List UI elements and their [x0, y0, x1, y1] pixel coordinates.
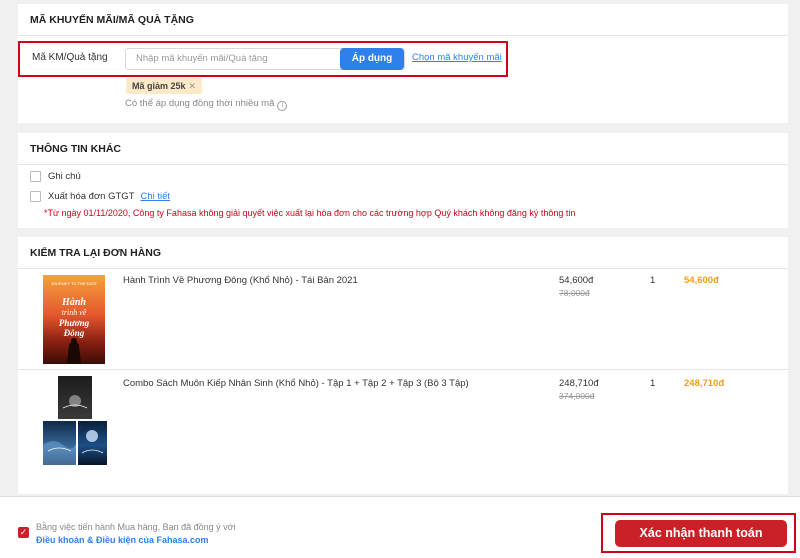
book-cover-art: JOURNEY TO THE EAST Hành trình về Phương… [51, 281, 98, 364]
order-item: JOURNEY TO THE EAST Hành trình về Phương… [18, 267, 788, 370]
coupon-tag-label: Mã giảm 25k [132, 81, 186, 91]
multi-code-note: Có thể áp dụng đồng thời nhiều mã i [125, 98, 288, 111]
note-label: Ghi chú [48, 171, 81, 182]
agree-text: Bằng việc tiến hành Mua hàng, Bạn đã đồn… [36, 522, 236, 532]
item-old-price: 374,000đ [559, 391, 595, 401]
book-cover-art [62, 395, 88, 409]
terms-link[interactable]: Điều khoản & Điều kiện của Fahasa.com [36, 535, 209, 545]
apply-button[interactable]: Áp dụng [340, 48, 404, 70]
promo-code-row: Mã KM/Quà tặng Nhập mã khuyến mãi/Quà tặ… [18, 41, 508, 77]
order-review-section: KIỂM TRA LẠI ĐƠN HÀNG JOURNEY TO THE EAS… [18, 237, 788, 494]
note-row: Ghi chú [30, 171, 81, 182]
book-cover-image [43, 421, 76, 465]
svg-text:trình về: trình về [62, 308, 87, 317]
svg-text:Đông: Đông [63, 328, 85, 338]
item-name[interactable]: Combo Sách Muôn Kiếp Nhân Sinh (Khổ Nhỏ)… [123, 378, 469, 389]
book-cover-image [78, 421, 107, 465]
book-cover-image [58, 376, 92, 419]
svg-text:Hành: Hành [61, 297, 86, 308]
book-cover-image: JOURNEY TO THE EAST Hành trình về Phương… [43, 275, 105, 364]
promo-code-label: Mã KM/Quà tặng [32, 52, 108, 63]
promo-section-title: MÃ KHUYẾN MÃI/MÃ QUÀ TẶNG [18, 4, 788, 36]
svg-text:JOURNEY TO THE EAST: JOURNEY TO THE EAST [51, 281, 98, 286]
item-quantity: 1 [650, 275, 656, 286]
item-total: 54,600đ [684, 275, 719, 286]
remove-coupon-icon[interactable]: ✕ [189, 81, 197, 91]
invoice-detail-link[interactable]: Chi tiết [141, 191, 171, 202]
book-cover-art [81, 430, 104, 454]
confirm-payment-button[interactable]: Xác nhận thanh toán [615, 520, 787, 547]
invoice-checkbox[interactable] [30, 191, 41, 202]
item-price: 54,600đ [559, 275, 594, 286]
info-icon[interactable]: i [277, 101, 288, 111]
invoice-row: Xuất hóa đơn GTGT Chi tiết [30, 191, 170, 202]
note-checkbox[interactable] [30, 171, 41, 182]
svg-text:Phương: Phương [59, 318, 90, 328]
agree-checkbox[interactable]: ✓ [18, 527, 29, 538]
item-price: 248,710đ [559, 378, 599, 389]
promo-section: MÃ KHUYẾN MÃI/MÃ QUÀ TẶNG Mã KM/Quà tặng… [18, 4, 788, 123]
order-review-title: KIỂM TRA LẠI ĐƠN HÀNG [18, 237, 788, 269]
item-old-price: 78,000đ [559, 288, 590, 298]
item-total: 248,710đ [684, 378, 725, 389]
invoice-label: Xuất hóa đơn GTGT [48, 191, 135, 202]
checkout-footer: ✓ Bằng việc tiến hành Mua hàng, Bạn đã đ… [0, 496, 800, 558]
book-cover-art [43, 441, 76, 465]
choose-promo-link[interactable]: Chọn mã khuyến mãi [412, 52, 502, 63]
other-info-title: THÔNG TIN KHÁC [18, 133, 788, 165]
other-info-section: THÔNG TIN KHÁC Ghi chú Xuất hóa đơn GTGT… [18, 133, 788, 228]
item-quantity: 1 [650, 378, 656, 389]
confirm-payment-highlight: Xác nhận thanh toán [601, 513, 796, 553]
applied-coupon-tag[interactable]: Mã giảm 25k ✕ [126, 78, 203, 94]
item-name[interactable]: Hành Trình Về Phương Đông (Khổ Nhỏ) - Tá… [123, 275, 358, 286]
multi-code-note-text: Có thể áp dụng đồng thời nhiều mã [125, 98, 275, 109]
invoice-notice: *Từ ngày 01/11/2020, Công ty Fahasa khôn… [44, 208, 576, 218]
order-item: Combo Sách Muôn Kiếp Nhân Sinh (Khổ Nhỏ)… [18, 370, 788, 473]
